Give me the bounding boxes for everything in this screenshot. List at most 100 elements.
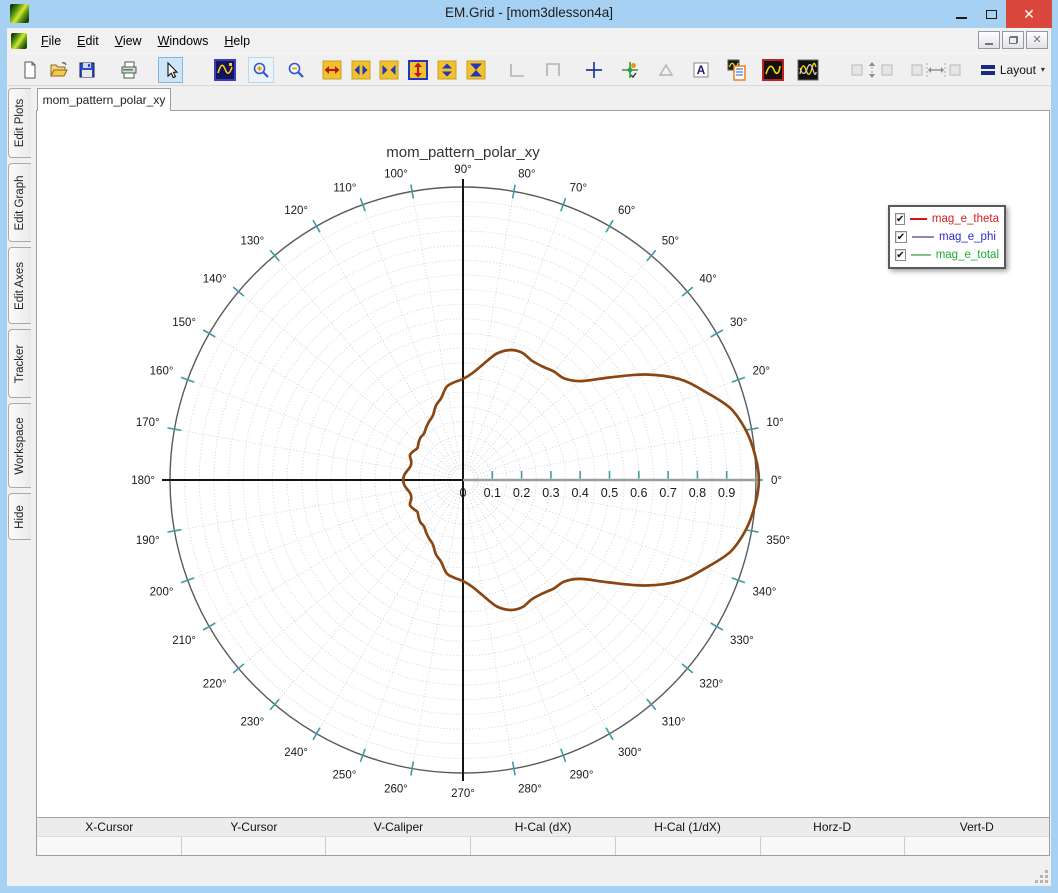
title-bar[interactable]: EM.Grid - [mom3dlesson4a] ✕ (0, 0, 1058, 28)
crosshair-icon[interactable] (582, 57, 608, 83)
svg-text:150°: 150° (172, 317, 196, 329)
legend-line-sample (912, 236, 934, 238)
layout-button[interactable]: Layout ▾ (975, 60, 1051, 80)
x-scale-group-icon[interactable] (910, 57, 962, 83)
save-icon[interactable] (74, 57, 100, 83)
menu-windows[interactable]: Windows (150, 30, 217, 52)
legend-item[interactable]: ✔ mag_e_total (895, 246, 999, 264)
menu-bar: File Edit View Windows Help ✕ (7, 28, 1051, 54)
readout-value-cell (325, 837, 470, 855)
pan-x-icon[interactable] (348, 57, 374, 83)
corner-top-icon[interactable] (540, 57, 566, 83)
svg-text:210°: 210° (172, 635, 196, 647)
svg-text:310°: 310° (662, 716, 686, 728)
compress-y-icon[interactable] (463, 57, 489, 83)
legend-line-sample (910, 218, 927, 220)
open-file-icon[interactable] (46, 57, 72, 83)
minimize-button[interactable] (946, 0, 976, 28)
sidebar-item-tracker[interactable]: Tracker (8, 329, 31, 398)
legend-checkbox[interactable]: ✔ (895, 249, 906, 261)
menu-edit[interactable]: Edit (69, 30, 107, 52)
svg-text:240°: 240° (284, 747, 308, 759)
readout-value-cell (904, 837, 1049, 855)
svg-text:0°: 0° (771, 475, 782, 487)
pointer-tool-icon[interactable] (157, 56, 184, 83)
sidebar-tabstrip: Edit Plots Edit Graph Edit Axes Tracker … (8, 88, 32, 545)
readout-value-cell (614, 837, 760, 855)
legend-item[interactable]: ✔ mag_e_theta (895, 210, 999, 228)
app-logo-icon-small (11, 32, 27, 49)
svg-text:0: 0 (460, 486, 467, 500)
sidebar-item-edit-plots[interactable]: Edit Plots (8, 88, 31, 158)
mdi-restore-button[interactable] (1002, 31, 1024, 49)
svg-text:0.7: 0.7 (659, 486, 676, 500)
svg-text:70°: 70° (570, 182, 587, 194)
window-title: EM.Grid - [mom3dlesson4a] (444, 5, 614, 20)
menu-view[interactable]: View (107, 30, 150, 52)
svg-text:260°: 260° (384, 783, 408, 795)
maximize-button[interactable] (976, 0, 1006, 28)
svg-text:220°: 220° (203, 679, 227, 691)
expand-y-icon[interactable] (405, 57, 431, 83)
y-scale-group-icon[interactable] (850, 57, 894, 83)
readout-value-cell (37, 837, 181, 855)
pan-y-icon[interactable] (434, 57, 460, 83)
single-curve-icon[interactable] (760, 57, 786, 83)
readout-header: H-Cal (1/dX) (654, 820, 721, 834)
text-annotation-icon[interactable]: A (689, 57, 715, 83)
menu-file[interactable]: File (33, 30, 69, 52)
legend-checkbox[interactable]: ✔ (895, 231, 907, 243)
triangle-icon[interactable] (653, 57, 679, 83)
svg-text:330°: 330° (730, 635, 754, 647)
svg-text:80°: 80° (518, 169, 535, 181)
app-window: EM.Grid - [mom3dlesson4a] ✕ File Edit Vi… (0, 0, 1058, 893)
resize-grip[interactable] (1035, 870, 1048, 883)
svg-text:90°: 90° (454, 164, 471, 176)
svg-text:190°: 190° (136, 535, 160, 547)
tracker-icon[interactable] (617, 57, 643, 83)
corner-bottom-left-icon[interactable] (504, 57, 530, 83)
readout-header: X-Cursor (85, 820, 134, 834)
svg-text:270°: 270° (451, 788, 475, 800)
expand-x-icon[interactable] (319, 57, 345, 83)
compress-x-icon[interactable] (377, 57, 403, 83)
svg-text:290°: 290° (570, 770, 594, 782)
svg-text:300°: 300° (618, 747, 642, 759)
legend-list-icon[interactable] (724, 57, 750, 83)
readout-header: Vert-D (959, 820, 994, 834)
plot-canvas[interactable]: 0° 10° 20° 30° 40° 50° 60° 70° 80° 90° 100° 110° 120… (37, 111, 1049, 817)
svg-text:250°: 250° (333, 770, 357, 782)
zoom-out-icon[interactable] (283, 57, 309, 83)
svg-text:170°: 170° (136, 417, 160, 429)
mdi-minimize-button[interactable] (978, 31, 1000, 49)
menu-help[interactable]: Help (216, 30, 258, 52)
close-button[interactable]: ✕ (1006, 0, 1052, 28)
print-icon[interactable] (116, 57, 142, 83)
svg-text:120°: 120° (284, 205, 308, 217)
legend-item[interactable]: ✔ mag_e_phi (895, 228, 999, 246)
legend-box: ✔ mag_e_theta ✔ mag_e_phi ✔ mag_e_total (888, 205, 1006, 269)
fit-view-icon[interactable] (212, 57, 238, 83)
legend-checkbox[interactable]: ✔ (895, 213, 906, 225)
tab-mom-pattern-polar-xy[interactable]: mom_pattern_polar_xy (37, 88, 171, 111)
sidebar-item-hide[interactable]: Hide (8, 493, 31, 540)
chart-title: mom_pattern_polar_xy (386, 144, 540, 161)
cursor-readout-bar: X-Cursor Y-Cursor V-Caliper H-Cal (dX) H-Cal… (37, 817, 1049, 855)
svg-text:0.9: 0.9 (718, 486, 735, 500)
svg-text:100°: 100° (384, 169, 408, 181)
sidebar-item-edit-axes[interactable]: Edit Axes (8, 247, 31, 324)
readout-value-cell (759, 837, 905, 855)
chevron-down-icon: ▾ (1040, 65, 1045, 74)
svg-text:30°: 30° (730, 317, 747, 329)
sidebar-item-edit-graph[interactable]: Edit Graph (8, 163, 31, 242)
toolbar: A Layout ▾ (7, 54, 1051, 86)
multi-curve-icon[interactable] (796, 57, 822, 83)
new-file-icon[interactable] (17, 57, 43, 83)
zoom-in-icon[interactable] (247, 56, 274, 83)
svg-text:0.8: 0.8 (689, 486, 706, 500)
svg-text:130°: 130° (241, 236, 265, 248)
readout-header: Horz-D (813, 820, 852, 834)
sidebar-item-workspace[interactable]: Workspace (8, 403, 31, 488)
mdi-close-button[interactable]: ✕ (1026, 31, 1048, 49)
svg-text:180°: 180° (131, 475, 155, 487)
